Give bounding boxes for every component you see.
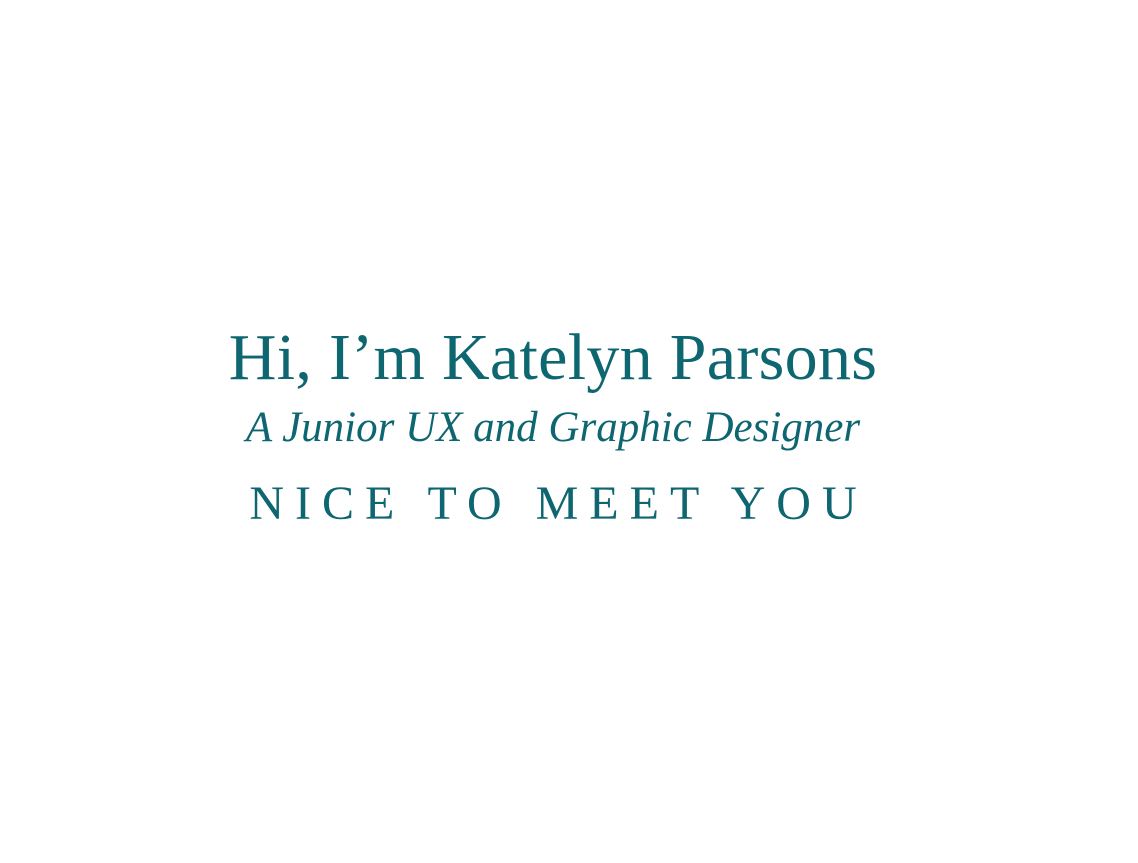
page: Hi, I’m Katelyn Parsons A Junior UX and … (0, 0, 1138, 863)
hero-name-heading: Hi, I’m Katelyn Parsons (228, 321, 878, 394)
hero-role-subtitle: A Junior UX and Graphic Designer (245, 404, 861, 451)
hero-greeting: NICE TO MEET YOU (249, 477, 868, 530)
hero-section: Hi, I’m Katelyn Parsons A Junior UX and … (0, 318, 1106, 532)
